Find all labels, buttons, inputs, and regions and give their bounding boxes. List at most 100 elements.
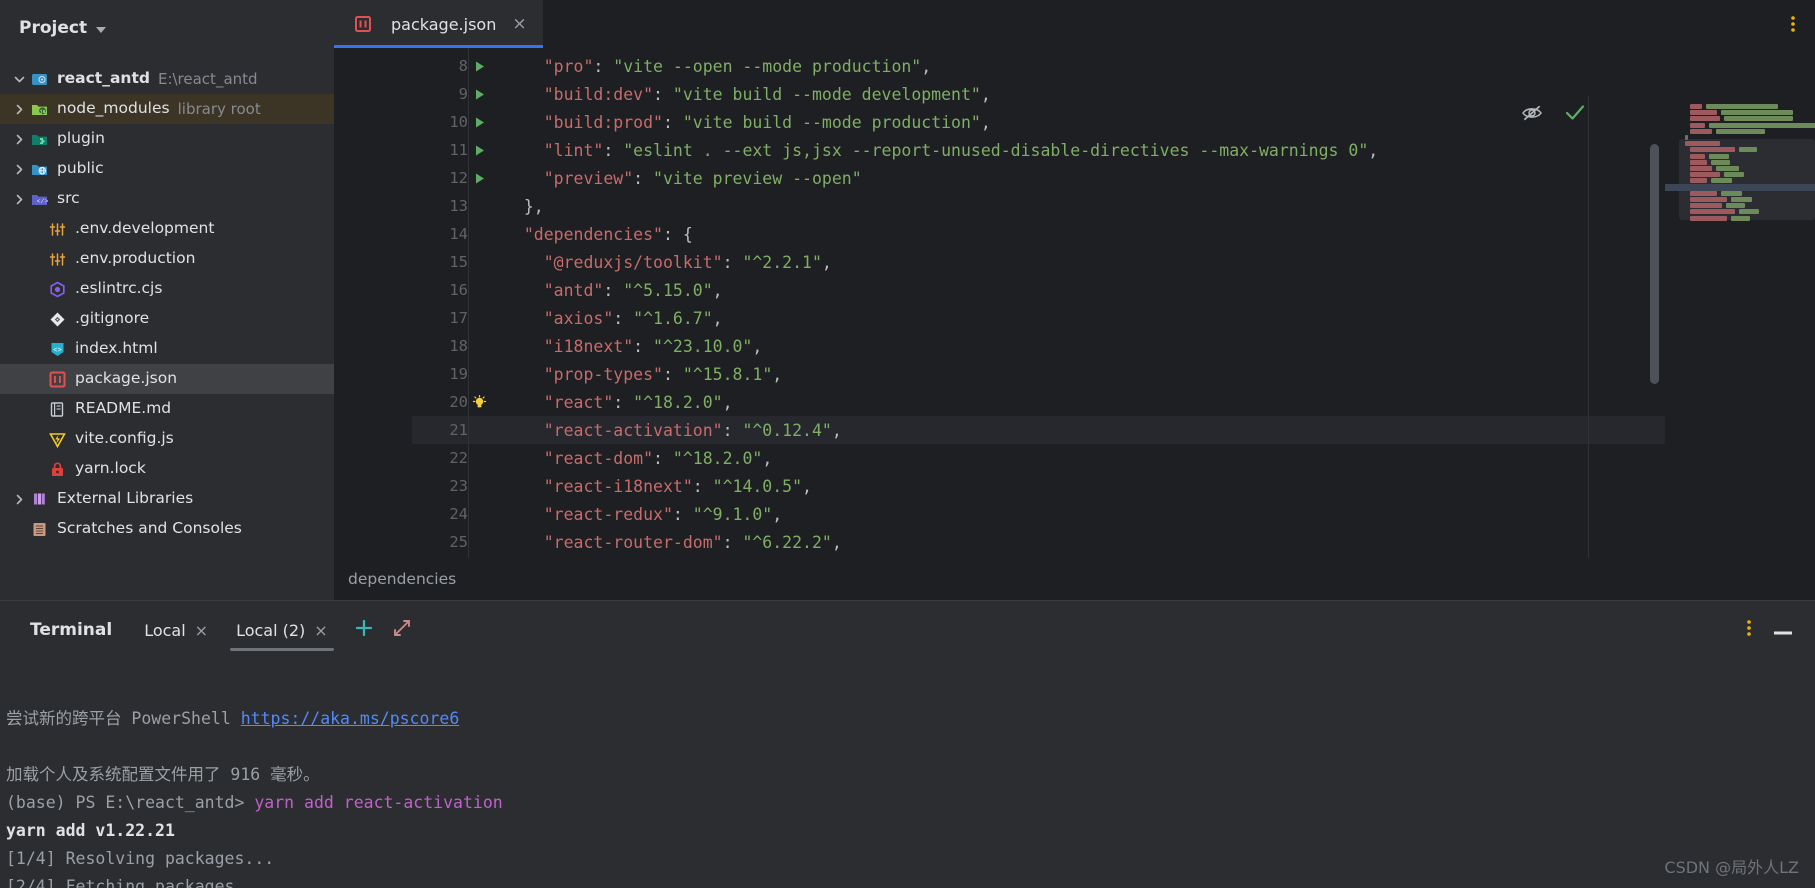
- expand-arrows-icon[interactable]: [392, 618, 412, 642]
- minimap-token: [1689, 128, 1713, 134]
- code-line[interactable]: 25 "react-router-dom": "^6.22.2",: [412, 528, 1815, 556]
- editor-options-button[interactable]: [1791, 0, 1815, 48]
- minimap-current-line: [1665, 183, 1815, 191]
- minimize-icon[interactable]: [1773, 621, 1793, 640]
- tree-item-gitignore[interactable]: .gitignore: [0, 304, 334, 334]
- eye-off-icon[interactable]: [1521, 104, 1543, 126]
- chevron-right-icon[interactable]: [10, 164, 28, 175]
- terminal-link[interactable]: https://aka.ms/pscore6: [241, 709, 460, 728]
- tree-item-external-libraries[interactable]: External Libraries: [0, 484, 334, 514]
- check-icon[interactable]: [1565, 104, 1585, 126]
- tree-item-vite-config-js[interactable]: vite.config.js: [0, 424, 334, 454]
- scratches-icon: [28, 521, 50, 538]
- minimap-token: [1716, 166, 1740, 171]
- gutter-separator: [468, 48, 469, 558]
- editor-minimap[interactable]: [1665, 96, 1815, 558]
- breadcrumb[interactable]: dependencies: [334, 558, 1815, 600]
- minimap-token: [1689, 159, 1708, 165]
- code-text: "react-i18next": "^14.0.5",: [543, 476, 812, 496]
- code-line[interactable]: 21 "react-activation": "^0.12.4",: [412, 416, 1815, 444]
- code-line[interactable]: 12 "preview": "vite preview --open": [412, 164, 1815, 192]
- code-line[interactable]: 19 "prop-types": "^15.8.1",: [412, 360, 1815, 388]
- code-line[interactable]: 22 "react-dom": "^18.2.0",: [412, 444, 1815, 472]
- run-script-icon[interactable]: [468, 172, 490, 185]
- tree-item-scratches-and-consoles[interactable]: Scratches and Consoles: [0, 514, 334, 544]
- line-number: 8: [458, 57, 468, 75]
- tree-item-label: yarn.lock: [75, 459, 146, 478]
- terminal-tab-local-2[interactable]: Local (2) ×: [222, 601, 342, 659]
- project-panel-header[interactable]: Project: [0, 0, 334, 56]
- code-line[interactable]: 16 "antd": "^5.15.0",: [412, 276, 1815, 304]
- chevron-right-icon[interactable]: [10, 134, 28, 145]
- code-line[interactable]: 9 "build:dev": "vite build --mode develo…: [412, 80, 1815, 108]
- tree-item-node-modules[interactable]: js node_modules library root: [0, 94, 334, 124]
- close-icon[interactable]: ×: [195, 621, 208, 640]
- tree-item-readme-md[interactable]: README.md: [0, 394, 334, 424]
- code-line[interactable]: 11 "lint": "eslint . --ext js,jsx --repo…: [412, 136, 1815, 164]
- code-line[interactable]: 10 "build:prod": "vite build --mode prod…: [412, 108, 1815, 136]
- breadcrumb-label: dependencies: [348, 570, 457, 588]
- editor-vertical-scrollbar[interactable]: [1650, 144, 1659, 384]
- more-vertical-icon[interactable]: [1747, 619, 1751, 641]
- chevron-right-icon[interactable]: [10, 494, 28, 505]
- intention-bulb-icon[interactable]: [468, 394, 490, 410]
- code-line[interactable]: 23 "react-i18next": "^14.0.5",: [412, 472, 1815, 500]
- chevron-right-icon[interactable]: [10, 104, 28, 115]
- line-number: 20: [449, 393, 468, 411]
- code-text: "react": "^18.2.0",: [543, 392, 733, 412]
- minimap-token: [1721, 190, 1742, 196]
- tree-item-env-development[interactable]: .env.development: [0, 214, 334, 244]
- code-line[interactable]: 24 "react-redux": "^9.1.0",: [412, 500, 1815, 528]
- editor-tab-package-json[interactable]: package.json ×: [334, 0, 543, 48]
- code-line[interactable]: 8 "pro": "vite --open --mode production"…: [412, 52, 1815, 80]
- run-script-icon[interactable]: [468, 88, 490, 101]
- watermark: CSDN @局外人LZ: [1664, 858, 1799, 877]
- chevron-right-icon[interactable]: [10, 194, 28, 205]
- close-icon[interactable]: ×: [512, 14, 526, 34]
- line-number: 19: [449, 365, 468, 383]
- code-line[interactable]: 26 "redux-persist": "^6.0.0": [412, 556, 1815, 558]
- tree-item-yarn-lock[interactable]: yarn.lock: [0, 454, 334, 484]
- code-line[interactable]: 15 "@reduxjs/toolkit": "^2.2.1",: [412, 248, 1815, 276]
- close-icon[interactable]: ×: [314, 621, 327, 640]
- editor-right-separator: [1588, 96, 1589, 558]
- plus-icon[interactable]: [354, 618, 374, 642]
- env-file-icon: [46, 251, 68, 268]
- tree-item-package-json[interactable]: package.json: [0, 364, 334, 394]
- tree-item-env-production[interactable]: .env.production: [0, 244, 334, 274]
- code-text: },: [504, 196, 544, 216]
- code-line[interactable]: 18 "i18next": "^23.10.0",: [412, 332, 1815, 360]
- tree-item-plugin[interactable]: plugin: [0, 124, 334, 154]
- tree-item-react-antd[interactable]: react_antd E:\react_antd: [0, 64, 334, 94]
- editor-code-area[interactable]: 8 "pro": "vite --open --mode production"…: [412, 48, 1815, 558]
- external-libraries-icon: [28, 491, 50, 508]
- chevron-down-icon[interactable]: [10, 74, 28, 85]
- terminal-line: yarn add v1.22.21: [6, 821, 175, 840]
- tree-item-eslintrc-cjs[interactable]: .eslintrc.cjs: [0, 274, 334, 304]
- run-script-icon[interactable]: [468, 60, 490, 73]
- chevron-down-icon[interactable]: [96, 26, 107, 33]
- terminal-title: Terminal: [30, 620, 113, 640]
- code-line[interactable]: 17 "axios": "^1.6.7",: [412, 304, 1815, 332]
- markdown-file-icon: [46, 401, 68, 418]
- tree-item-label: react_antd: [57, 69, 150, 88]
- tree-item-index-html[interactable]: <> index.html: [0, 334, 334, 364]
- minimap-token: [1689, 190, 1718, 196]
- minimap-token: [1731, 197, 1752, 202]
- tree-item-public[interactable]: public: [0, 154, 334, 184]
- code-line[interactable]: 20 "react": "^18.2.0",: [412, 388, 1815, 416]
- minimap-token: [1723, 172, 1745, 178]
- tree-item-src[interactable]: </> src: [0, 184, 334, 214]
- editor-gutter[interactable]: [334, 48, 412, 558]
- run-script-icon[interactable]: [468, 144, 490, 157]
- inspection-widget: [1521, 96, 1589, 134]
- terminal-output[interactable]: 尝试新的跨平台 PowerShell https://aka.ms/pscore…: [0, 659, 1815, 888]
- terminal-tab-local[interactable]: Local ×: [130, 601, 222, 659]
- run-script-icon[interactable]: [468, 116, 490, 129]
- code-line[interactable]: 14 "dependencies": {: [412, 220, 1815, 248]
- line-number: 21: [449, 421, 468, 439]
- terminal-text: 尝试新的跨平台 PowerShell: [6, 709, 241, 728]
- code-text: "build:dev": "vite build --mode developm…: [543, 84, 991, 104]
- code-line[interactable]: 13 },: [412, 192, 1815, 220]
